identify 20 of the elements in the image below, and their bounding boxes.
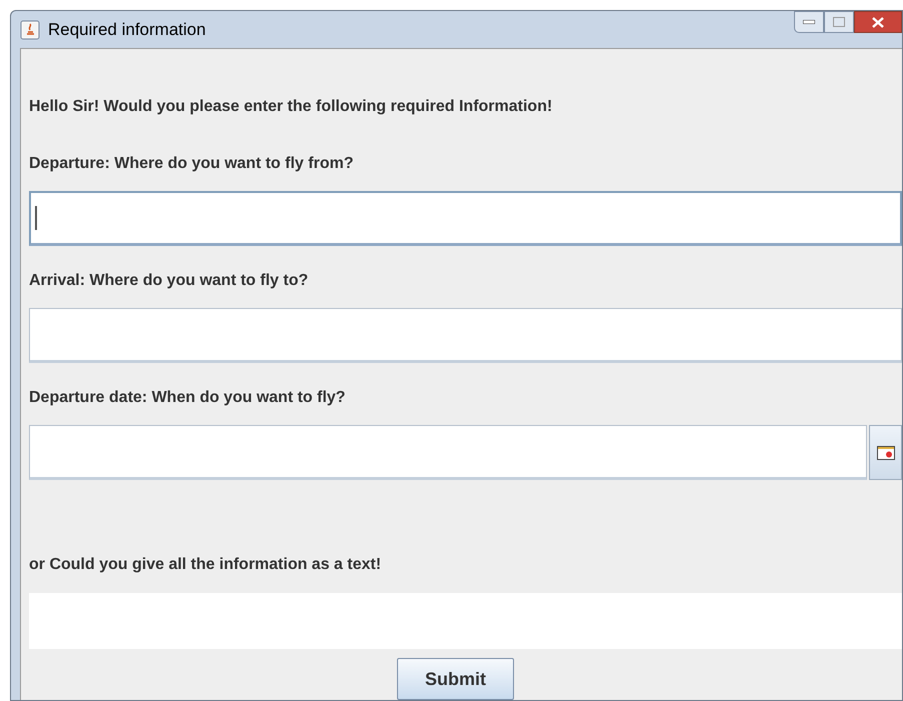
field-label: Departure: Where do you want to fly from? — [29, 154, 354, 174]
text-cursor — [35, 206, 37, 230]
free-text-field[interactable] — [29, 593, 902, 649]
minimize-button[interactable] — [794, 11, 824, 33]
maximize-icon — [833, 17, 845, 27]
minimize-icon — [803, 20, 815, 24]
submit-button[interactable]: Submit — [397, 658, 514, 700]
calendar-button[interactable] — [869, 425, 902, 480]
field-label: Departure date: When do you want to fly? — [29, 388, 346, 408]
calendar-icon — [876, 446, 894, 460]
field-label: or Could you give all the information as a text! — [29, 555, 382, 575]
input-field[interactable] — [29, 308, 902, 363]
field-label: Arrival: Where do you want to fly to? — [29, 271, 310, 291]
intro-text: Hello Sir! Would you please enter the following required Information! — [29, 97, 554, 117]
input-field[interactable] — [29, 425, 867, 480]
close-icon — [872, 16, 884, 28]
window-title: Required information — [48, 18, 206, 41]
close-button[interactable] — [854, 11, 902, 33]
app-icon — [20, 20, 40, 40]
input-field[interactable] — [29, 191, 902, 246]
